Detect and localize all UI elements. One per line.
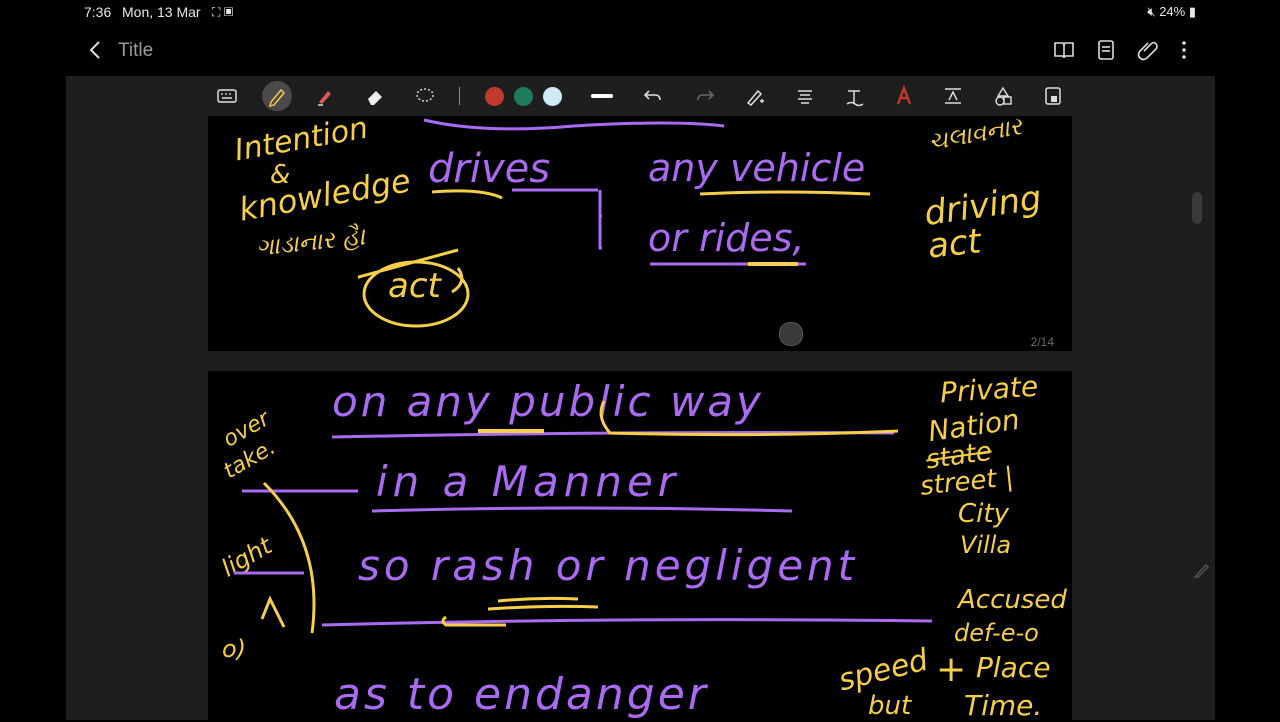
handwriting: Intention (231, 110, 371, 169)
app-bar: Title (0, 30, 1280, 74)
highlighter-icon[interactable] (312, 83, 338, 109)
attach-icon[interactable] (1136, 38, 1160, 62)
ink-arrows (432, 188, 602, 250)
ink-underline (321, 596, 933, 627)
ink-underline (650, 262, 806, 266)
lasso-select-icon[interactable] (412, 83, 438, 109)
toolbar-divider (459, 87, 460, 105)
status-date: Mon, 13 Mar (122, 4, 201, 20)
handwriting: ગાડાનાર હૈ। (254, 222, 367, 262)
pen-tool-icon[interactable] (262, 81, 292, 111)
ink-underline (371, 506, 793, 513)
eraser-icon[interactable] (362, 83, 388, 109)
text-box-icon[interactable] (940, 83, 966, 109)
battery-icon: ▮ (1188, 4, 1196, 19)
handwriting: + (936, 649, 967, 690)
edit-pen-icon[interactable] (1193, 561, 1211, 579)
stroke-width-icon[interactable] (589, 83, 615, 109)
back-arrow-icon[interactable] (84, 38, 108, 62)
handwriting: but (868, 691, 912, 721)
more-options-icon[interactable] (1172, 38, 1196, 62)
handwriting: ચલાવનાર (926, 112, 1025, 156)
image-insert-icon[interactable] (1040, 83, 1066, 109)
handwriting: def-e-o (954, 619, 1039, 647)
book-view-icon[interactable] (1052, 38, 1076, 62)
shapes-icon[interactable] (990, 83, 1016, 109)
handwriting: Private (938, 369, 1040, 410)
screenshot-icon: ⛶ ▣ (212, 5, 234, 19)
text-color-icon[interactable] (891, 83, 917, 109)
handwriting: any vehicle (648, 146, 866, 190)
handwriting: in a Manner (376, 457, 681, 506)
ink-partial-stroke (423, 118, 725, 131)
drawing-toolbar (66, 76, 1215, 116)
handwriting: City (958, 499, 1009, 529)
handwriting-to-text-icon[interactable] (841, 83, 867, 109)
handwriting: as to endanger (334, 669, 709, 720)
note-page-3[interactable]: on any public way in a Manner so rash or… (208, 369, 1072, 722)
status-bar: 7:36 Mon, 13 Mar ⛶ ▣ 🔇︎ 24% ▮ (0, 0, 1280, 24)
handwriting: Villa (960, 531, 1012, 559)
handwriting: o) (222, 635, 247, 663)
color-swatch-green[interactable] (514, 87, 533, 106)
ink-underline (699, 190, 871, 196)
scrollbar-thumb[interactable] (1192, 192, 1202, 224)
shape-pen-icon[interactable] (742, 83, 768, 109)
ink-arrows-left (234, 481, 358, 634)
scroll-indicator-dot[interactable] (779, 322, 803, 346)
page-layout-icon[interactable] (1094, 38, 1118, 62)
text-align-icon[interactable] (792, 83, 818, 109)
handwriting: Accused (958, 585, 1067, 615)
color-swatch-red[interactable] (485, 87, 504, 106)
handwriting: Time. (964, 689, 1043, 722)
page-number: 2/14 (1030, 335, 1054, 349)
ink-underline (331, 400, 899, 439)
battery-indicator: 🔇︎ 24% ▮ (1147, 4, 1196, 20)
handwriting: act (926, 221, 983, 267)
handwriting: or rides, (648, 216, 805, 260)
keyboard-icon[interactable] (214, 83, 240, 109)
handwriting: Place (976, 651, 1051, 684)
color-swatch-light-blue[interactable] (543, 87, 562, 106)
note-page-2[interactable]: Intention & knowledge ગાડાનાર હૈ। act dr… (208, 111, 1072, 351)
note-title[interactable]: Title (118, 40, 153, 62)
mute-icon: 🔇︎ (1147, 4, 1156, 19)
undo-icon[interactable] (640, 83, 666, 109)
redo-icon[interactable] (692, 83, 718, 109)
handwriting: so rash or negligent (358, 541, 859, 590)
status-time: 7:36 (84, 4, 112, 20)
battery-percent: 24% (1159, 4, 1186, 19)
handwriting: knowledge (236, 161, 414, 229)
